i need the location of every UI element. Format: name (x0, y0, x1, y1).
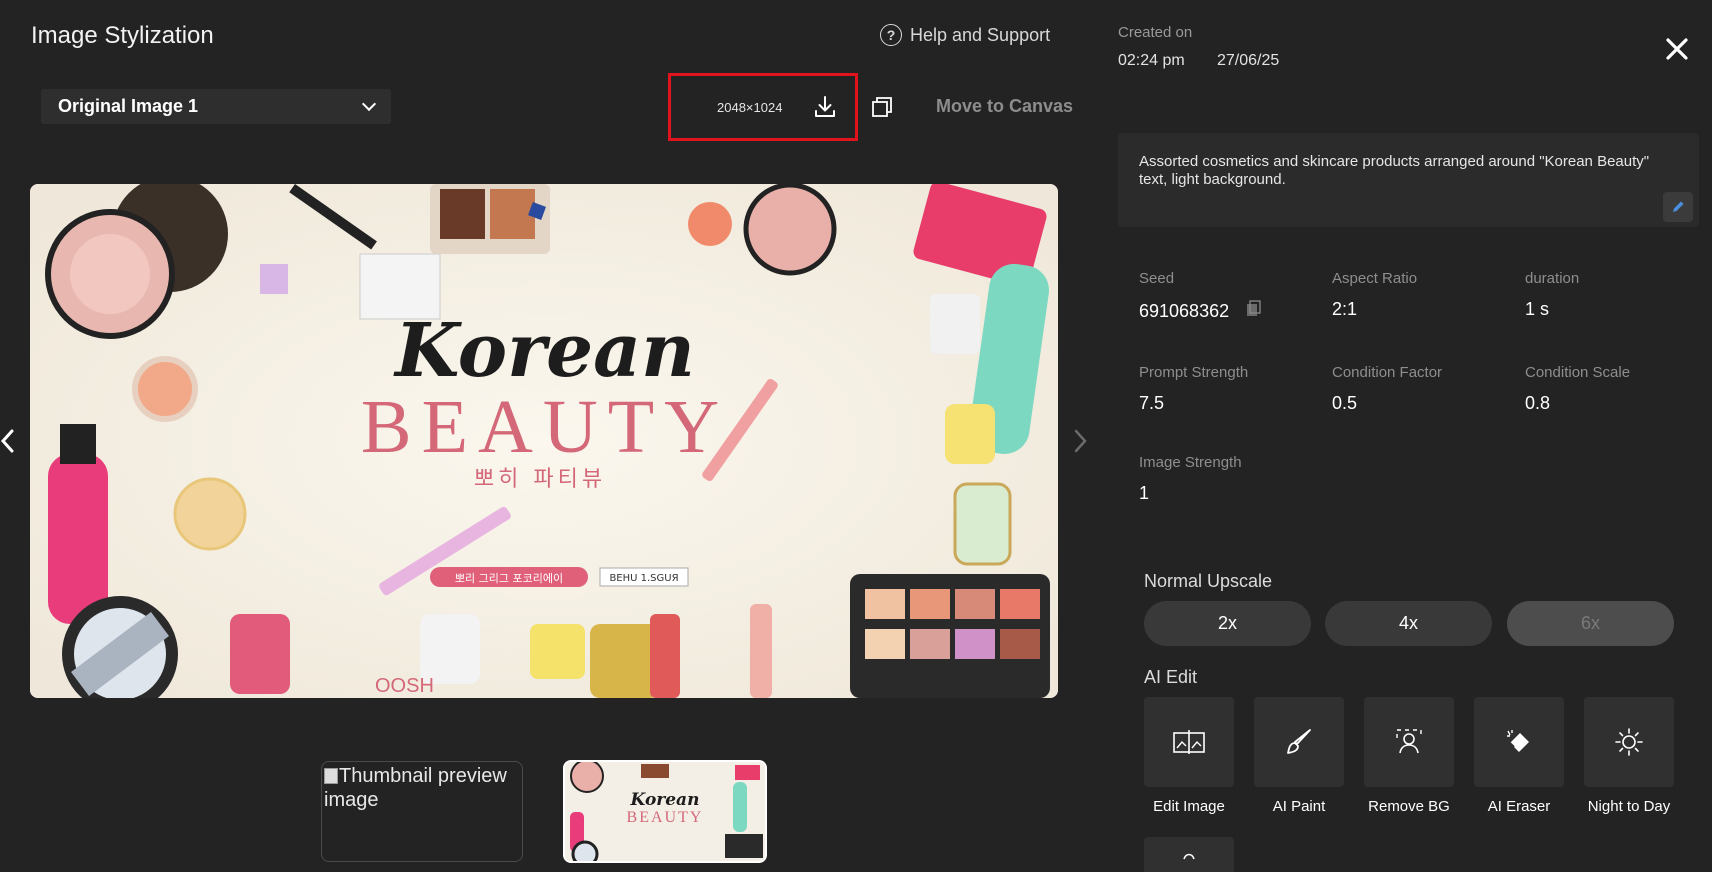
previous-image-arrow-icon[interactable] (0, 428, 16, 454)
additional-tool-partial[interactable] (1144, 837, 1234, 872)
download-highlight-box: 2048×1024 (668, 73, 858, 141)
image-variant-select[interactable]: Original Image 1 (41, 89, 391, 124)
headline-text: BEAUTY (361, 385, 729, 469)
edit-image-icon (1173, 730, 1205, 754)
condition-factor-label: Condition Factor (1332, 364, 1443, 381)
ai-paint-tool[interactable] (1254, 697, 1344, 787)
prompt-strength-value: 7.5 (1139, 393, 1165, 413)
pencil-icon (1673, 201, 1684, 212)
upscale-4x-button[interactable]: 4x (1325, 601, 1492, 646)
resolution-label: 2048×1024 (717, 99, 783, 115)
ai-eraser-label: AI Eraser (1487, 798, 1551, 815)
download-icon[interactable] (812, 94, 838, 120)
chevron-down-icon (361, 96, 377, 111)
condition-scale-value: 0.8 (1525, 393, 1551, 413)
close-icon[interactable] (1664, 36, 1690, 62)
brush-icon (1287, 729, 1311, 754)
edit-image-label: Edit Image (1153, 798, 1225, 815)
subline-text: 뽀히 파티뷰 (474, 467, 606, 492)
copy-seed-icon[interactable] (1246, 300, 1261, 317)
upscale-6x-button: 6x (1507, 601, 1674, 646)
copy-icon[interactable] (871, 96, 893, 118)
seed-label: Seed (1139, 270, 1175, 287)
night-to-day-tool[interactable] (1584, 697, 1674, 787)
cosmetics-illustration: Korean BEAUTY 뽀히 파티뷰 뽀리 그리그 포코리에이 BEНU 1… (30, 184, 1058, 698)
ai-edit-title: AI Edit (1144, 667, 1198, 687)
main-generated-image: Korean BEAUTY 뽀히 파티뷰 뽀리 그리그 포코리에이 BEНU 1… (30, 184, 1058, 698)
headline-script-text: Korean (393, 308, 695, 394)
variant-selected-value: Original Image 1 (58, 96, 199, 116)
created-on-label: Created on (1118, 24, 1193, 41)
ai-paint-label: AI Paint (1272, 798, 1326, 815)
help-and-support-link[interactable]: ? Help and Support (880, 24, 1050, 46)
edit-image-tool[interactable] (1144, 697, 1234, 787)
upscale-2x-button[interactable]: 2x (1144, 601, 1311, 646)
aspect-ratio-label: Aspect Ratio (1332, 270, 1418, 287)
move-to-canvas-button[interactable]: Move to Canvas (936, 96, 1073, 117)
thumbnail-alt-text: Thumbnail preview image (324, 765, 507, 811)
edit-prompt-button[interactable] (1663, 192, 1693, 222)
seed-value: 691068362 (1139, 301, 1230, 321)
aspect-ratio-value: 2:1 (1332, 299, 1358, 319)
prompt-text-box: Assorted cosmetics and skincare products… (1118, 133, 1699, 227)
night-to-day-label: Night to Day (1587, 798, 1671, 815)
help-icon: ? (880, 24, 902, 46)
thumbnail-headline: BEAUTY (627, 809, 704, 826)
prompt-strength-label: Prompt Strength (1139, 364, 1249, 381)
broken-image-icon (324, 768, 338, 784)
tag-right-text: BEНU 1.SGUЯ (609, 573, 678, 584)
next-image-arrow-icon[interactable] (1072, 428, 1088, 454)
created-time: 02:24 pm (1118, 52, 1185, 69)
thumbnail-broken-image[interactable]: Thumbnail preview image (321, 761, 523, 862)
thumbnail-headline-script: Korean (630, 790, 700, 810)
remove-bg-tool[interactable] (1364, 697, 1454, 787)
condition-factor-value: 0.5 (1332, 393, 1358, 413)
eraser-icon (1507, 730, 1529, 752)
prompt-text: Assorted cosmetics and skincare products… (1139, 153, 1650, 188)
help-label: Help and Support (910, 24, 1051, 45)
image-strength-label: Image Strength (1139, 454, 1242, 471)
remove-bg-label: Remove BG (1368, 798, 1450, 815)
brand-text: OOSH (375, 675, 434, 697)
ai-eraser-tool[interactable] (1474, 697, 1564, 787)
thumbnail-active-image[interactable]: Korean BEAUTY (563, 760, 767, 863)
duration-label: duration (1525, 270, 1580, 287)
page-title: Image Stylization (31, 22, 214, 49)
remove-bg-icon (1396, 729, 1422, 754)
created-date: 27/06/25 (1217, 52, 1280, 69)
duration-value: 1 s (1525, 299, 1550, 319)
tag-left-text: 뽀리 그리그 포코리에이 (455, 572, 563, 585)
image-strength-value: 1 (1139, 483, 1150, 503)
normal-upscale-title: Normal Upscale (1144, 571, 1273, 591)
sun-icon (1615, 728, 1643, 756)
partial-tool-icon (1183, 853, 1195, 860)
condition-scale-label: Condition Scale (1525, 364, 1631, 381)
